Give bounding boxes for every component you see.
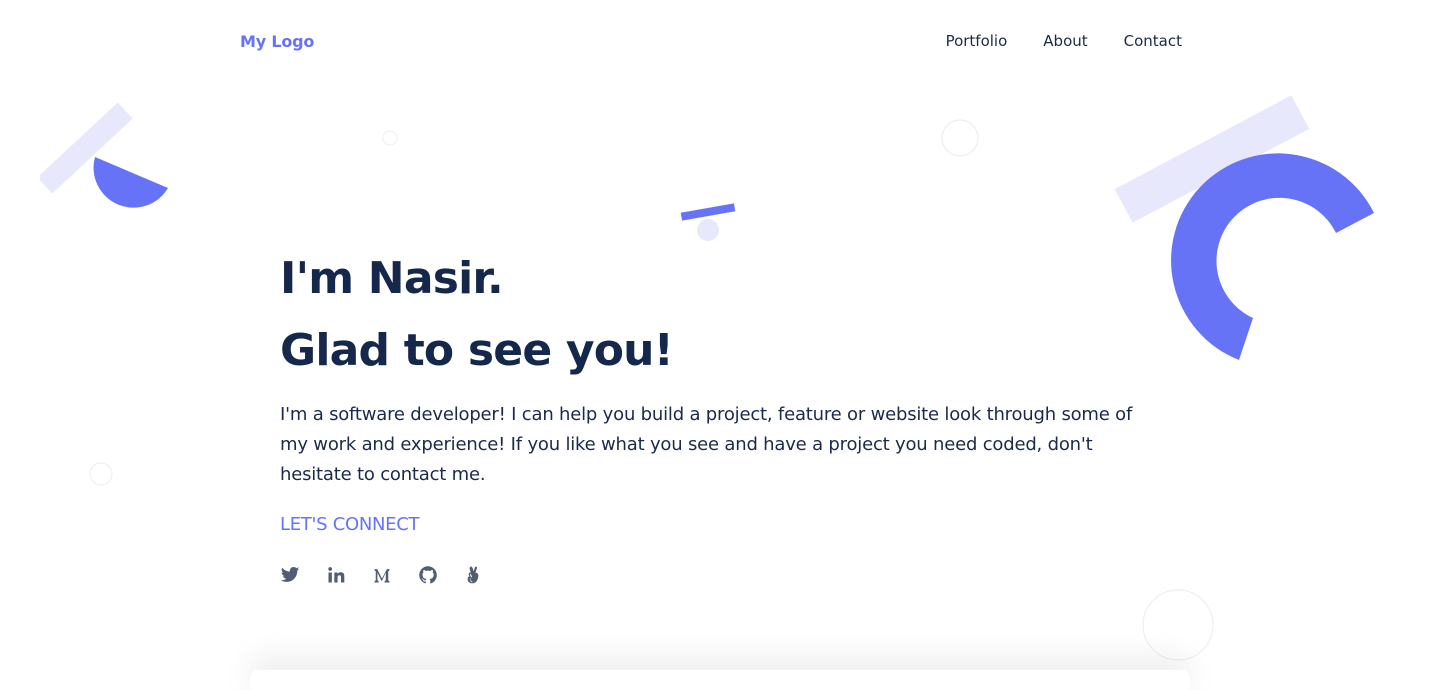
section-card-shadow [250, 670, 1190, 690]
github-link[interactable] [418, 565, 438, 585]
twitter-link[interactable] [280, 565, 300, 585]
decorative-bar-center [680, 203, 736, 241]
hero-title: I'm Nasir. [280, 253, 504, 304]
decorative-circle-outline [941, 119, 979, 157]
hero-description: I'm a software developer! I can help you… [280, 404, 1133, 485]
nav-portfolio[interactable]: Portfolio [946, 32, 1008, 50]
decorative-circle-left [89, 462, 113, 486]
main-nav: Portfolio About Contact [946, 32, 1182, 50]
lets-connect-link[interactable]: LET'S CONNECT [280, 514, 420, 535]
hero-subtitle: Glad to see you! [280, 325, 674, 376]
hero-section: I'm Nasir. Glad to see you! I'm a softwa… [280, 248, 1180, 585]
linkedin-icon [328, 567, 345, 583]
decorative-shape-top-left [40, 102, 168, 208]
decorative-small-circle [382, 130, 398, 146]
logo-link[interactable]: My Logo [240, 32, 314, 51]
angellist-link[interactable] [464, 565, 484, 585]
twitter-icon [280, 567, 300, 582]
angellist-icon [467, 566, 479, 584]
nav-about[interactable]: About [1043, 32, 1087, 50]
decorative-circle-bottom-right [1142, 589, 1214, 661]
medium-icon [374, 569, 390, 583]
medium-link[interactable] [372, 565, 392, 585]
social-links [280, 565, 1180, 585]
nav-contact[interactable]: Contact [1124, 32, 1182, 50]
linkedin-link[interactable] [326, 565, 346, 585]
github-icon [419, 566, 437, 584]
